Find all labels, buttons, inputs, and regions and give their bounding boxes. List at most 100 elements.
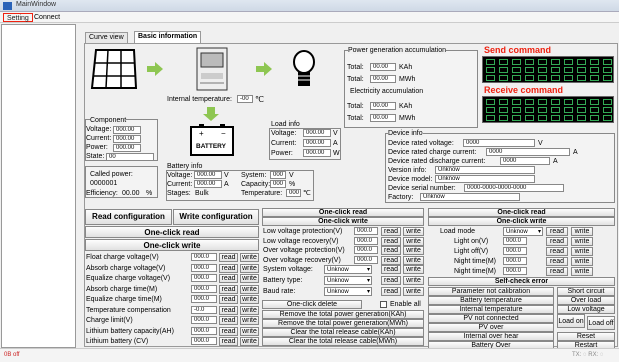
battery-type-select[interactable]: Unknow: [324, 276, 372, 285]
system-voltage-select[interactable]: Unknow: [324, 265, 372, 274]
error-or-action-button[interactable]: Short circuit: [557, 287, 615, 296]
param-write-button[interactable]: write: [240, 295, 259, 304]
load-param-value[interactable]: 000.0: [503, 237, 527, 245]
param-value[interactable]: 000.0: [191, 274, 217, 282]
clear-release-kah-button[interactable]: Clear the total release cable(KAh): [262, 328, 424, 337]
right-one-click-read-button[interactable]: One-click read: [428, 208, 615, 217]
param-write-button[interactable]: write: [240, 326, 259, 336]
one-click-read-button[interactable]: One-click read: [85, 226, 259, 238]
param-write-button[interactable]: write: [240, 337, 259, 346]
param-value[interactable]: 000.0: [191, 284, 217, 293]
error-or-action-button[interactable]: Reset: [557, 332, 615, 341]
enable-all-checkbox[interactable]: [380, 301, 387, 308]
error-or-action-button[interactable]: Load on: [557, 314, 585, 328]
mid-one-click-write-button[interactable]: One-click write: [262, 217, 424, 226]
system-voltage-write-button[interactable]: write: [403, 265, 424, 274]
menu-connect[interactable]: Connect: [31, 13, 63, 22]
write-configuration-button[interactable]: Write configuration: [173, 209, 259, 225]
param-read-button[interactable]: read: [219, 305, 238, 315]
param-read-button[interactable]: read: [219, 326, 238, 336]
error-or-action-button[interactable]: Over load: [557, 296, 615, 305]
device-list-panel[interactable]: [1, 24, 76, 348]
system-voltage-read-button[interactable]: read: [381, 265, 401, 274]
param-read-button[interactable]: read: [219, 337, 238, 346]
tab-curve-view[interactable]: Curve view: [85, 32, 128, 43]
param-write-button[interactable]: write: [240, 274, 259, 283]
led-cell: [538, 75, 547, 81]
remove-total-kah-button[interactable]: Remove the total power generation(KAh): [262, 310, 424, 319]
status-left-text: 0B off: [4, 352, 20, 358]
param-value[interactable]: 000.0: [191, 253, 217, 261]
protection-read-button[interactable]: read: [381, 246, 401, 255]
protection-write-button[interactable]: write: [403, 246, 424, 255]
menu-setting[interactable]: Setting: [3, 13, 33, 22]
load-param-value[interactable]: 000.0: [503, 247, 527, 255]
param-value[interactable]: -0.0: [191, 305, 217, 314]
read-configuration-button[interactable]: Read configuration: [85, 209, 172, 225]
load-param-value[interactable]: 000.0: [503, 257, 527, 265]
load-param-write-button[interactable]: write: [571, 257, 593, 266]
load-param-read-button[interactable]: read: [546, 247, 568, 256]
load-param-write-button[interactable]: write: [571, 267, 593, 276]
tab-basic-information[interactable]: Basic information: [134, 31, 202, 43]
self-check-error-button[interactable]: Self-check error: [428, 277, 615, 286]
right-one-click-write-button[interactable]: One-click write: [428, 217, 615, 226]
load-param-write-button[interactable]: write: [571, 237, 593, 246]
protection-value[interactable]: 000.0: [354, 246, 378, 254]
protection-read-button[interactable]: read: [381, 236, 401, 246]
load-param-write-button[interactable]: write: [571, 247, 593, 256]
load-mode-select[interactable]: Unknow: [503, 227, 543, 236]
led-cell: [512, 115, 521, 121]
one-click-write-button[interactable]: One-click write: [85, 239, 259, 251]
rated-charge-value: 0000: [486, 148, 570, 156]
protection-read-button[interactable]: read: [381, 255, 401, 265]
param-value[interactable]: 000.0: [191, 263, 217, 272]
receive-command-display: [482, 96, 614, 123]
one-click-delete-button[interactable]: One-click delete: [262, 300, 362, 309]
battery-type-write-button[interactable]: write: [403, 276, 424, 285]
param-write-button[interactable]: write: [240, 305, 259, 315]
param-write-button[interactable]: write: [240, 284, 259, 294]
load-mode-read-button[interactable]: read: [546, 227, 568, 236]
protection-write-button[interactable]: write: [403, 236, 424, 246]
load-param-label: Night time(M): [454, 258, 497, 265]
load-param-label: Light on(V): [454, 238, 489, 245]
protection-write-button[interactable]: write: [403, 255, 424, 265]
mid-one-click-read-button[interactable]: One-click read: [262, 208, 424, 217]
load-param-value[interactable]: 000.0: [503, 267, 527, 275]
param-value[interactable]: 000.0: [191, 295, 217, 303]
load-param-read-button[interactable]: read: [546, 267, 568, 276]
baud-rate-write-button[interactable]: write: [403, 287, 424, 296]
param-write-button[interactable]: write: [240, 316, 259, 325]
param-write-button[interactable]: write: [240, 253, 259, 262]
protection-value[interactable]: 000.0: [354, 255, 378, 264]
load-off-button[interactable]: Load off: [587, 316, 615, 330]
error-or-action-button[interactable]: Low voltage: [557, 305, 615, 314]
protection-write-button[interactable]: write: [403, 227, 424, 236]
param-read-button[interactable]: read: [219, 316, 238, 325]
baud-rate-select[interactable]: Unknow: [324, 287, 372, 296]
param-value[interactable]: 000.0: [191, 337, 217, 345]
battery-type-read-button[interactable]: read: [381, 276, 401, 285]
remove-total-mwh-button[interactable]: Remove the total power generation(MWh): [262, 319, 424, 328]
baud-rate-read-button[interactable]: read: [381, 287, 401, 296]
load-param-read-button[interactable]: read: [546, 237, 568, 246]
param-read-button[interactable]: read: [219, 284, 238, 294]
error-indicator: Internal temperature: [428, 305, 554, 314]
clear-release-mwh-button[interactable]: Clear the total release cable(MWh): [262, 337, 424, 346]
param-write-button[interactable]: write: [240, 263, 259, 273]
param-read-button[interactable]: read: [219, 253, 238, 262]
status-tx-rx: TX: ◌ RX: ◌: [572, 352, 604, 358]
protection-value[interactable]: 000.0: [354, 236, 378, 245]
ea-total4-label: Total:: [347, 115, 364, 122]
param-label: Lithium battery capacity(AH): [86, 327, 174, 335]
load-param-read-button[interactable]: read: [546, 257, 568, 266]
param-read-button[interactable]: read: [219, 295, 238, 304]
param-read-button[interactable]: read: [219, 274, 238, 283]
load-mode-write-button[interactable]: write: [571, 227, 593, 236]
protection-value[interactable]: 000.0: [354, 227, 378, 235]
param-value[interactable]: 000.0: [191, 326, 217, 335]
protection-read-button[interactable]: read: [381, 227, 401, 236]
param-value[interactable]: 000.0: [191, 316, 217, 324]
param-read-button[interactable]: read: [219, 263, 238, 273]
